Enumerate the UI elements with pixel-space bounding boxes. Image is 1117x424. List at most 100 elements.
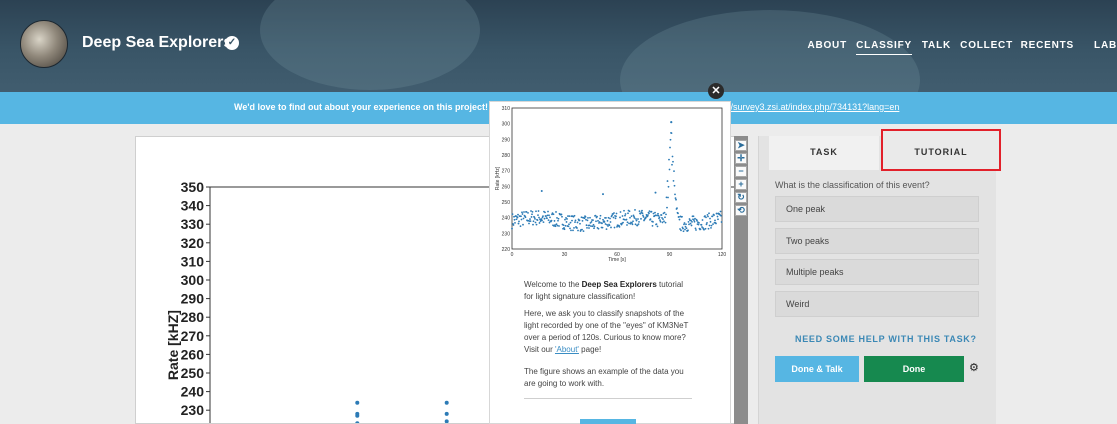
rotate-icon[interactable]: ↻ [735, 192, 747, 203]
tutorial-data-point [719, 210, 722, 213]
tutorial-data-point [696, 219, 698, 222]
tutorial-data-point [660, 214, 663, 216]
tutorial-data-point [649, 218, 652, 221]
nav-lab[interactable]: LAB [1094, 40, 1117, 51]
tutorial-y-tick-label: 290 [502, 137, 511, 143]
nav-talk[interactable]: TALK [922, 40, 951, 51]
tutorial-data-point [682, 227, 684, 230]
nav-classify[interactable]: CLASSIFY [856, 40, 912, 55]
tutorial-data-point [520, 215, 522, 218]
tutorial-data-point [638, 220, 640, 223]
tutorial-data-point [619, 216, 621, 219]
tutorial-data-point [525, 211, 528, 213]
tutorial-data-point [592, 223, 595, 226]
tutorial-outlier-point [654, 191, 657, 194]
tutorial-data-point [691, 220, 693, 223]
tutorial-y-axis-label: Rate [kHz] [495, 166, 501, 190]
tutorial-data-point [685, 223, 687, 226]
tutorial-data-point [590, 220, 593, 223]
tab-tutorial[interactable]: TUTORIAL [881, 129, 1001, 171]
tutorial-data-point [547, 219, 550, 222]
tutorial-data-point [709, 217, 711, 220]
zoom-out-icon[interactable]: − [735, 166, 747, 177]
tutorial-data-point [622, 221, 624, 224]
tutorial-data-point [714, 219, 716, 222]
tutorial-data-point [624, 213, 627, 215]
tutorial-data-point [597, 227, 600, 230]
about-link[interactable]: 'About' [555, 345, 579, 354]
tutorial-intro-text: Here, we ask you to classify snapshots o… [524, 309, 689, 354]
nav-recents[interactable]: RECENTS [1021, 40, 1074, 51]
answer-multiple-peaks[interactable]: Multiple peaks [775, 259, 979, 285]
tutorial-x-tick-label: 30 [562, 252, 568, 258]
tutorial-data-point [588, 227, 590, 229]
tutorial-data-point [605, 228, 608, 231]
tutorial-data-point [599, 217, 601, 220]
answer-two-peaks[interactable]: Two peaks [775, 228, 979, 254]
reset-icon[interactable]: ⟲ [735, 205, 747, 216]
tutorial-data-point [577, 229, 579, 232]
pointer-icon[interactable]: ➤ [735, 140, 747, 151]
project-avatar[interactable] [20, 20, 68, 68]
tutorial-data-point [631, 223, 634, 226]
tutorial-data-point [720, 214, 722, 217]
tutorial-data-point [720, 221, 723, 223]
tutorial-data-point [528, 222, 530, 225]
done-button[interactable]: Done [864, 356, 964, 382]
y-tick-label: 260 [181, 346, 205, 362]
tutorial-data-point [569, 227, 571, 230]
help-link[interactable]: NEED SOME HELP WITH THIS TASK? [795, 334, 977, 344]
tutorial-data-point [563, 228, 566, 231]
tab-task[interactable]: TASK [769, 136, 879, 170]
banner-survey-link[interactable]: //survey3.zsi.at/index.php/734131?lang=e… [728, 102, 899, 112]
subject-toolbar: ➤ ✛ − + ↻ ⟲ [734, 136, 748, 424]
tutorial-data-point [611, 214, 613, 217]
tutorial-data-point [669, 138, 672, 141]
tutorial-data-point [564, 224, 567, 227]
zoom-in-icon[interactable]: + [735, 179, 747, 190]
tutorial-data-point [699, 228, 702, 231]
tutorial-data-point [537, 210, 540, 212]
done-and-talk-button[interactable]: Done & Talk [775, 356, 859, 382]
tutorial-data-point [608, 224, 611, 227]
close-icon[interactable]: ✕ [708, 83, 724, 99]
tutorial-data-point [683, 222, 686, 224]
tutorial-data-point [615, 212, 618, 215]
y-tick-label: 270 [181, 328, 205, 344]
tutorial-data-point [576, 227, 578, 229]
tutorial-data-point [511, 227, 513, 230]
tutorial-data-point [663, 211, 666, 214]
tutorial-data-point [652, 220, 654, 223]
tutorial-data-point [547, 210, 549, 213]
tutorial-data-point [626, 224, 628, 226]
answer-one-peak[interactable]: One peak [775, 196, 979, 222]
y-tick-label: 310 [181, 253, 205, 269]
project-title[interactable]: Deep Sea Explorers [82, 34, 232, 52]
y-tick-label: 240 [181, 384, 205, 400]
tutorial-data-point [546, 217, 548, 220]
tutorial-data-point [568, 223, 570, 226]
tutorial-intro-end: page! [578, 345, 602, 354]
tutorial-data-point [656, 225, 659, 228]
tutorial-data-point [556, 224, 559, 227]
tutorial-data-point [634, 209, 636, 211]
nav-collect[interactable]: COLLECT [960, 40, 1013, 51]
tutorial-data-point [670, 132, 673, 135]
tutorial-data-point [595, 220, 597, 223]
tutorial-modal: 220 230 240 250 260 270 280 290 300 310 0 30 60 90 120… [489, 101, 731, 424]
nav-about[interactable]: ABOUT [807, 40, 847, 51]
tutorial-data-point [564, 218, 566, 221]
tutorial-data-point [544, 211, 546, 214]
tutorial-data-point [668, 158, 670, 161]
tutorial-data-point [593, 227, 595, 230]
tutorial-data-point [585, 224, 588, 227]
gear-icon[interactable]: ⚙ [969, 362, 981, 374]
tutorial-data-point [587, 217, 589, 219]
tutorial-continue-button[interactable] [580, 419, 636, 424]
move-icon[interactable]: ✛ [735, 153, 747, 164]
y-tick-label: 280 [181, 309, 205, 325]
answer-weird[interactable]: Weird [775, 291, 979, 317]
tutorial-x-tick-label: 90 [667, 252, 673, 258]
tutorial-data-point [517, 213, 519, 216]
tutorial-data-point [637, 223, 640, 226]
